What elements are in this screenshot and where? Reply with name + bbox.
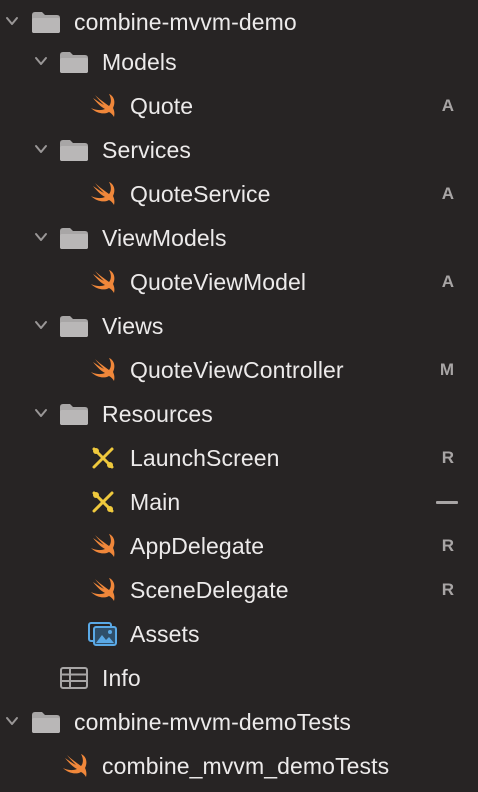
folder-icon [58,135,90,165]
storyboard-icon [87,487,119,517]
navigator-row-appdelegate[interactable]: AppDelegate R [0,524,478,568]
navigator-row-combine-mvvm-demotests[interactable]: combine-mvvm-demoTests [0,700,478,744]
git-status-badge: A [441,184,454,203]
swift-file-icon [87,267,119,297]
chevron-down-icon[interactable] [32,228,50,246]
navigator-row-label: combine-mvvm-demoTests [74,709,351,735]
swift-file-icon [87,531,119,561]
navigator-row-label: Main [130,489,181,515]
git-status-badge: R [441,580,454,599]
navigator-row-label: SceneDelegate [130,577,289,603]
navigator-row-label: Info [102,665,141,691]
navigator-row-label: QuoteService [130,181,271,207]
swift-file-icon [87,91,119,121]
folder-icon [58,223,90,253]
folder-icon [30,7,62,37]
navigator-row-quoteviewcontroller[interactable]: QuoteViewController M [0,348,478,392]
chevron-down-icon[interactable] [32,316,50,334]
navigator-row-launchscreen[interactable]: LaunchScreen R [0,436,478,480]
navigator-row-main[interactable]: Main [0,480,478,524]
chevron-down-icon[interactable] [3,712,21,730]
navigator-row-quoteviewmodel[interactable]: QuoteViewModel A [0,260,478,304]
chevron-down-icon[interactable] [32,404,50,422]
asset-catalog-icon [87,619,119,649]
chevron-down-icon[interactable] [3,12,21,30]
navigator-row-quoteservice[interactable]: QuoteService A [0,172,478,216]
chevron-down-icon[interactable] [32,140,50,158]
navigator-row-label: Quote [130,93,194,119]
navigator-row-combine-mvvm-demotests-file[interactable]: combine_mvvm_demoTests [0,744,478,788]
navigator-row-label: combine-mvvm-demo [74,9,297,35]
navigator-row-label: ViewModels [102,225,227,251]
git-status-badge: A [441,272,454,291]
navigator-row-models[interactable]: Models [0,40,478,84]
swift-file-icon [87,179,119,209]
navigator-row-label: LaunchScreen [130,445,280,471]
storyboard-icon [87,443,119,473]
folder-icon [30,707,62,737]
navigator-row-combine-mvvm-demo[interactable]: combine-mvvm-demo [0,0,478,44]
navigator-row-label: combine_mvvm_demoTests [102,753,390,779]
plist-table-icon [58,663,90,693]
navigator-row-label: Services [102,137,191,163]
folder-icon [58,399,90,429]
navigator-row-assets[interactable]: Assets [0,612,478,656]
navigator-row-scenedelegate[interactable]: SceneDelegate R [0,568,478,612]
navigator-row-label: QuoteViewController [130,357,344,383]
navigator-row-quote[interactable]: Quote A [0,84,478,128]
navigator-row-label: Models [102,49,177,75]
swift-file-icon [87,355,119,385]
git-status-badge: M [439,360,454,379]
git-status-badge: R [441,448,454,467]
navigator-row-info[interactable]: Info [0,656,478,700]
navigator-row-label: QuoteViewModel [130,269,307,295]
navigator-row-resources[interactable]: Resources [0,392,478,436]
project-navigator: combine-mvvm-demo Models Quote A Service… [0,0,478,792]
navigator-row-label: Views [102,313,164,339]
folder-icon [58,47,90,77]
swift-file-icon [87,575,119,605]
folder-icon [58,311,90,341]
navigator-row-viewmodels[interactable]: ViewModels [0,216,478,260]
navigator-row-label: Assets [130,621,200,647]
git-status-badge [436,501,458,504]
swift-file-icon [59,751,91,781]
navigator-row-label: AppDelegate [130,533,265,559]
chevron-down-icon[interactable] [32,52,50,70]
navigator-row-services[interactable]: Services [0,128,478,172]
git-status-badge: A [441,96,454,115]
navigator-row-views[interactable]: Views [0,304,478,348]
navigator-row-label: Resources [102,401,213,427]
git-status-badge: R [441,536,454,555]
